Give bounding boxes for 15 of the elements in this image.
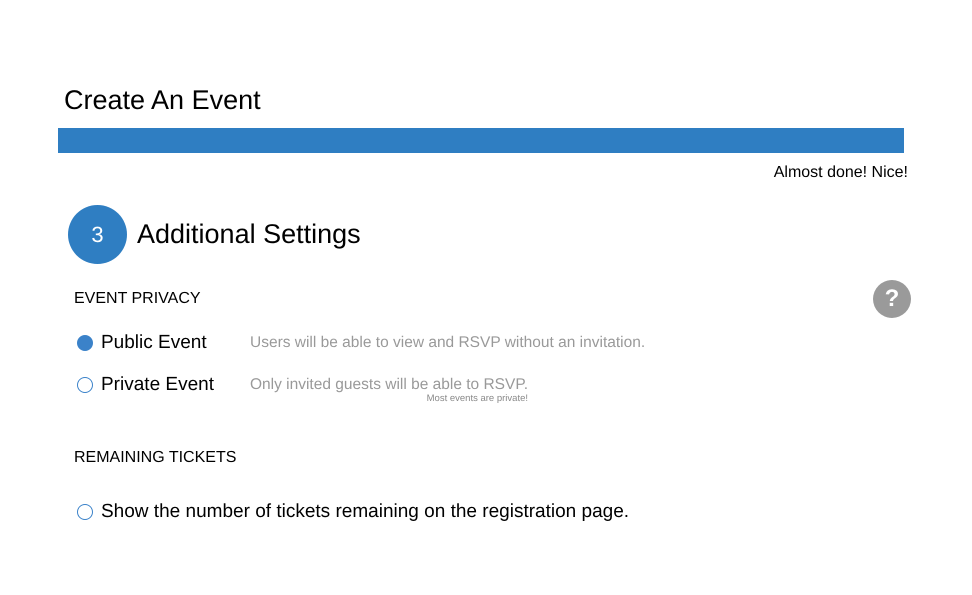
radio-button[interactable]: [77, 335, 93, 351]
option-note: Most events are private!: [426, 394, 528, 404]
help-button[interactable]: ?: [873, 280, 911, 318]
section-heading: EVENT PRIVACY: [74, 289, 201, 309]
option-description: Users will be able to view and RSVP without an invitation.: [250, 333, 646, 353]
progress-message: Almost done! Nice!: [774, 163, 908, 183]
option-label: Public Event: [101, 330, 207, 355]
step-title: Additional Settings: [137, 218, 361, 252]
option-label: Show the number of tickets remaining on the registration page.: [101, 500, 630, 524]
page-title: Create An Event: [63, 84, 262, 117]
radio-button[interactable]: [77, 504, 93, 520]
section-heading: REMAINING TICKETS: [74, 448, 238, 468]
step-number-badge: 3: [68, 205, 127, 264]
radio-button[interactable]: [77, 377, 93, 393]
option-label: Private Event: [101, 372, 214, 397]
